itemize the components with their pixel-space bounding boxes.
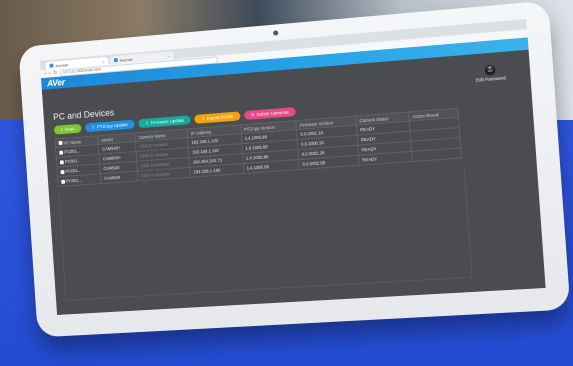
edit-password-label: Edit Password	[468, 75, 514, 84]
model-cell: CAM540	[101, 171, 139, 183]
trash-icon: ✕	[251, 112, 255, 118]
front-camera	[273, 30, 278, 35]
back-icon[interactable]: ‹	[44, 71, 46, 77]
key-icon: ⚿	[485, 65, 496, 76]
upload-icon: ⇪	[145, 120, 149, 126]
action-result-cell	[412, 148, 462, 162]
import-profile-label: Import Profile	[207, 114, 233, 121]
browser-tab-label: Avertab	[120, 56, 133, 62]
delete-cameras-label: Delete Cameras	[256, 110, 289, 117]
import-profile-button[interactable]: ⇩ Import Profile	[194, 111, 240, 123]
row-checkbox[interactable]	[60, 160, 64, 164]
forward-icon[interactable]: ›	[49, 71, 51, 77]
firmware-update-label: Firmware Update	[150, 118, 184, 125]
pc-name-cell: PC001...	[58, 174, 102, 187]
tablet-screen: Avertab × Avertab × ‹ › ↻ 127.0.0.1:8080…	[40, 19, 546, 315]
row-checkbox[interactable]	[61, 180, 65, 184]
import-icon: ⇩	[201, 116, 205, 122]
aver-logo: AVer	[47, 77, 65, 88]
main-content: PC and Devices ⚿ Edit Password ⌕ Scan ⇪ …	[42, 50, 546, 315]
browser-tab-label: Avertab	[55, 62, 68, 68]
pc-name: PC001...	[65, 158, 81, 164]
scan-button[interactable]: ⌕ Scan	[54, 124, 82, 135]
reload-icon[interactable]: ↻	[53, 70, 57, 76]
table-empty-area	[58, 164, 472, 300]
page-title: PC and Devices	[53, 107, 115, 122]
pc-name: PC001...	[64, 148, 80, 154]
tab-favicon-icon	[50, 64, 54, 68]
ptzapp-update-button[interactable]: ⇪ PTZApp Update	[85, 120, 135, 133]
pc-name: PC001...	[65, 168, 81, 174]
close-tab-icon[interactable]: ×	[102, 59, 105, 64]
tab-favicon-icon	[114, 58, 118, 62]
upload-icon: ⇪	[91, 124, 95, 130]
close-tab-icon[interactable]: ×	[167, 53, 170, 58]
delete-cameras-button[interactable]: ✕ Delete Cameras	[244, 107, 296, 120]
scan-button-label: Scan	[65, 126, 75, 132]
ptzapp-update-label: PTZApp Update	[97, 122, 128, 129]
tablet-device: Avertab × Avertab × ‹ › ↻ 127.0.0.1:8080…	[18, 1, 570, 338]
pc-name: PC001...	[66, 178, 82, 184]
row-checkbox[interactable]	[59, 150, 63, 154]
column-label: PC Name	[63, 139, 81, 145]
select-all-checkbox[interactable]	[59, 141, 63, 145]
firmware-update-button[interactable]: ⇪ Firmware Update	[138, 115, 191, 128]
search-icon: ⌕	[60, 127, 63, 132]
edit-password-button[interactable]: ⚿ Edit Password	[467, 63, 514, 83]
row-checkbox[interactable]	[61, 170, 65, 174]
